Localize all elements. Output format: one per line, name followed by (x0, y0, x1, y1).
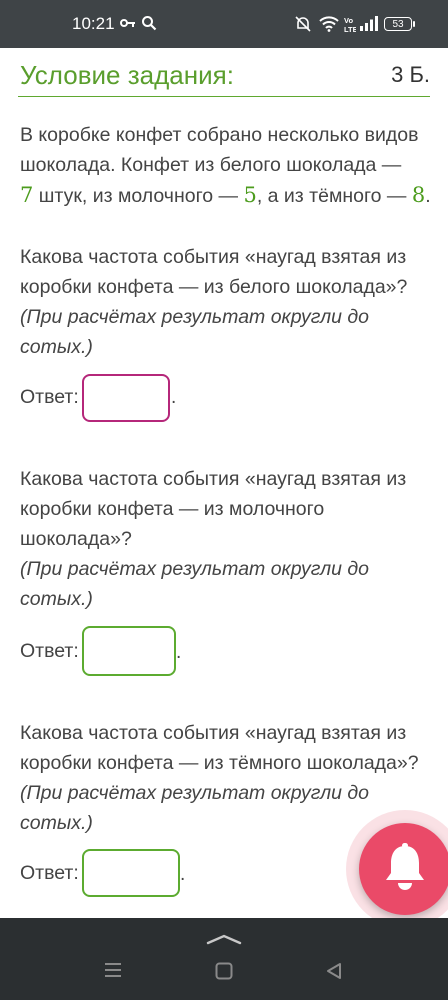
task-header: Условие задания: 3 Б. (18, 56, 430, 97)
battery-icon: 53 (384, 17, 415, 31)
volte-icon: Vo LTE (344, 15, 358, 38)
answer-input-3[interactable] (82, 849, 180, 897)
wifi-icon (319, 15, 339, 37)
mute-icon (294, 15, 312, 38)
search-icon (141, 15, 157, 36)
problem-line: 7 штук, из молочного — 5, а из тёмного —… (20, 180, 432, 211)
svg-text:LTE: LTE (344, 25, 356, 33)
question-2: Какова частота события «наугад взятая из… (20, 464, 432, 614)
status-bar: 10:21 Vo LTE 53 (0, 0, 448, 48)
home-icon[interactable] (215, 962, 233, 985)
problem-line: В коробке конфет собрано несколько видов (20, 124, 419, 146)
points-label: 3 Б. (391, 62, 430, 87)
chevron-up-icon[interactable] (206, 932, 242, 950)
navigation-bar (0, 918, 448, 1000)
question-hint: (При расчётах результат округли до сотых… (20, 306, 369, 358)
milk-count: 5 (243, 183, 257, 207)
answer-input-2[interactable] (82, 626, 176, 676)
answer-suffix: . (171, 387, 177, 408)
answer-suffix: . (180, 864, 186, 885)
question-line: Какова частота события «наугад взятая из (20, 246, 407, 268)
answer-input-1[interactable] (82, 374, 170, 422)
bell-icon (382, 842, 428, 897)
notification-button[interactable] (359, 823, 448, 915)
answer-label: Ответ: (20, 640, 79, 662)
question-line: коробки конфета — из тёмного шоколада»? (20, 752, 419, 774)
svg-text:Vo: Vo (344, 16, 353, 25)
answer-label: Ответ: (20, 386, 79, 408)
problem-text: . (425, 185, 431, 207)
dark-count: 8 (411, 183, 426, 207)
problem-text: штук, из молочного — (33, 185, 244, 207)
page-title: Условие задания: (20, 60, 234, 90)
question-line: Какова частота события «наугад взятая из (20, 468, 407, 490)
problem-text: , а из тёмного — (256, 185, 412, 207)
question-line: коробки конфета — из молочного (20, 498, 325, 520)
signal-icon (360, 16, 378, 36)
back-icon[interactable] (326, 962, 342, 985)
question-line: шоколада»? (20, 528, 132, 550)
white-count: 7 (20, 183, 34, 207)
problem-line: шоколада. Конфет из белого шоколада — (20, 154, 402, 176)
question-hint: (При расчётах результат округли до сотых… (20, 558, 369, 610)
question-line: Какова частота события «наугад взятая из (20, 722, 407, 744)
menu-icon[interactable] (104, 962, 122, 983)
key-icon (120, 16, 136, 35)
question-line: коробки конфета — из белого шоколада»? (20, 276, 408, 298)
problem-statement: В коробке конфет собрано несколько видов… (20, 120, 432, 211)
status-time: 10:21 (72, 14, 115, 33)
question-1: Какова частота события «наугад взятая из… (20, 242, 432, 362)
answer-suffix: . (176, 642, 182, 663)
answer-label: Ответ: (20, 862, 79, 884)
